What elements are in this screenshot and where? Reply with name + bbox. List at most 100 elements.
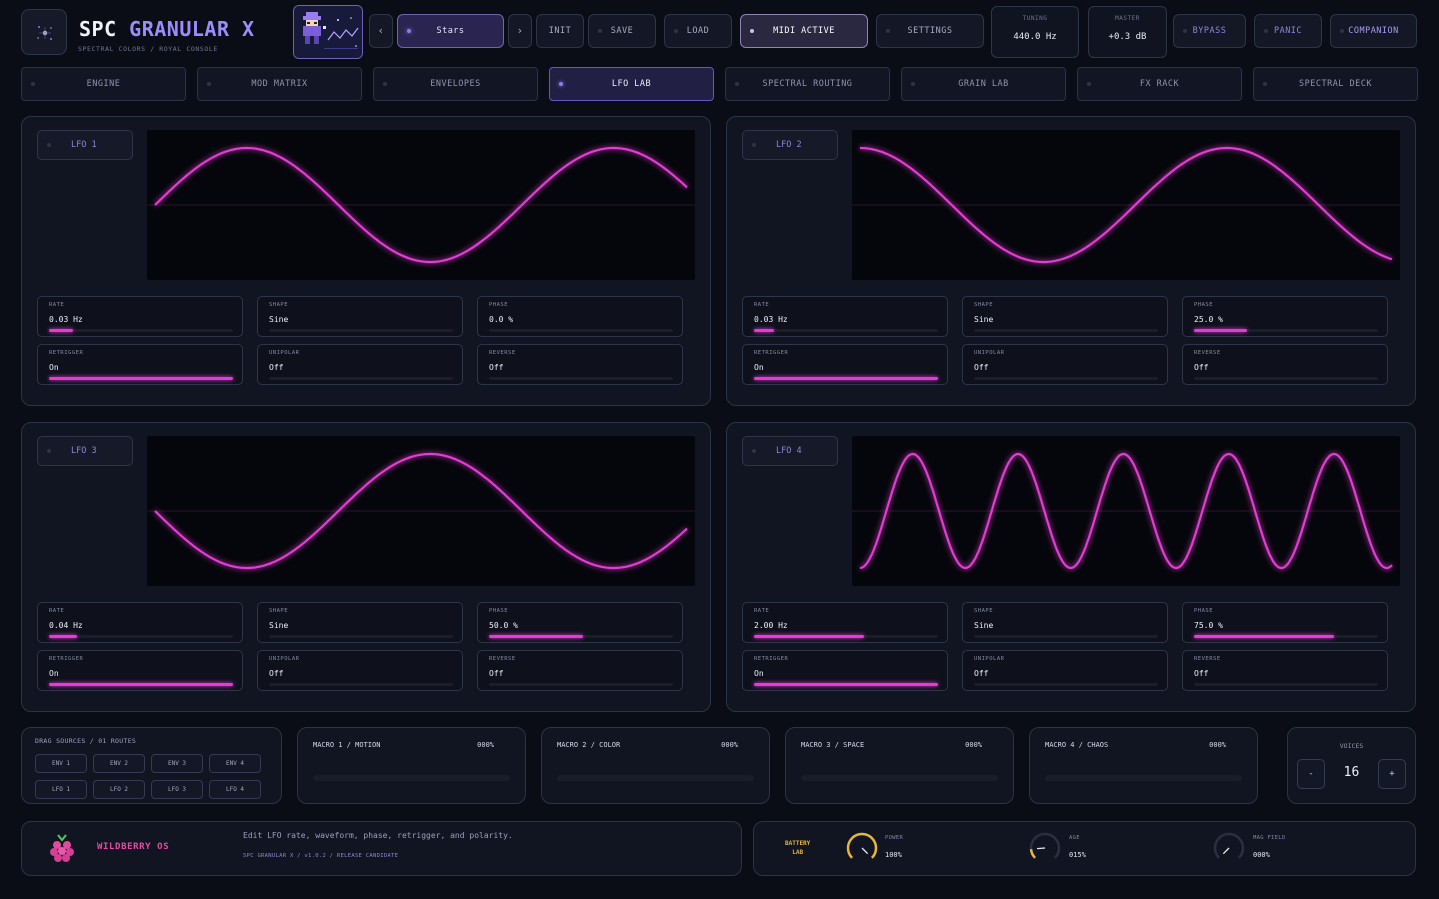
lfo-name-tag[interactable]: LFO 4 bbox=[742, 436, 838, 466]
unipolar-control[interactable]: UNIPOLAR Off bbox=[962, 650, 1168, 691]
age-gauge[interactable] bbox=[1028, 831, 1062, 865]
retrigger-label: RETRIGGER bbox=[754, 350, 789, 356]
shape-slider[interactable] bbox=[269, 635, 453, 638]
unipolar-slider[interactable] bbox=[974, 377, 1158, 380]
macro-4-panel[interactable]: MACRO 4 / CHAOS 000% bbox=[1029, 727, 1258, 804]
master-readout[interactable]: MASTER +0.3 dB bbox=[1088, 6, 1167, 58]
lfo-name-tag[interactable]: LFO 3 bbox=[37, 436, 133, 466]
tab-mod-matrix[interactable]: MOD MATRIX bbox=[197, 67, 362, 101]
version-text: SPC GRANULAR X / v1.0.2 / RELEASE CANDID… bbox=[243, 853, 399, 859]
save-button[interactable]: SAVE bbox=[588, 14, 656, 48]
macro-2-panel[interactable]: MACRO 2 / COLOR 000% bbox=[541, 727, 770, 804]
drag-chip-env-4[interactable]: ENV 4 bbox=[209, 754, 261, 773]
unipolar-slider[interactable] bbox=[269, 683, 453, 686]
drag-chip-lfo-1[interactable]: LFO 1 bbox=[35, 780, 87, 799]
voices-increment-button[interactable]: + bbox=[1378, 759, 1406, 789]
rate-control[interactable]: RATE 0.04 Hz bbox=[37, 602, 243, 643]
reverse-value: Off bbox=[489, 669, 504, 678]
mag-field-gauge[interactable] bbox=[1212, 831, 1246, 865]
lfo-name-tag[interactable]: LFO 1 bbox=[37, 130, 133, 160]
shape-slider[interactable] bbox=[974, 329, 1158, 332]
phase-slider[interactable] bbox=[489, 329, 673, 332]
unipolar-control[interactable]: UNIPOLAR Off bbox=[962, 344, 1168, 385]
phase-slider[interactable] bbox=[489, 635, 673, 638]
tab-engine[interactable]: ENGINE bbox=[21, 67, 186, 101]
reverse-slider[interactable] bbox=[489, 377, 673, 380]
drag-chip-env-1[interactable]: ENV 1 bbox=[35, 754, 87, 773]
preset-selector[interactable]: Stars bbox=[397, 14, 504, 48]
shape-control[interactable]: SHAPE Sine bbox=[257, 602, 463, 643]
shape-slider[interactable] bbox=[269, 329, 453, 332]
lfo-name-tag[interactable]: LFO 2 bbox=[742, 130, 838, 160]
preset-avatar[interactable] bbox=[293, 5, 363, 59]
retrigger-slider[interactable] bbox=[49, 683, 233, 686]
macro-3-panel[interactable]: MACRO 3 / SPACE 000% bbox=[785, 727, 1014, 804]
tab-grain-lab[interactable]: GRAIN LAB bbox=[901, 67, 1066, 101]
macro-1-panel[interactable]: MACRO 1 / MOTION 000% bbox=[297, 727, 526, 804]
init-button[interactable]: INIT bbox=[536, 14, 584, 48]
drag-chip-lfo-3[interactable]: LFO 3 bbox=[151, 780, 203, 799]
unipolar-slider[interactable] bbox=[974, 683, 1158, 686]
macro-slider[interactable] bbox=[1045, 775, 1242, 781]
retrigger-slider[interactable] bbox=[49, 377, 233, 380]
rate-slider[interactable] bbox=[49, 329, 233, 332]
rate-slider[interactable] bbox=[754, 329, 938, 332]
rate-control[interactable]: RATE 0.03 Hz bbox=[37, 296, 243, 337]
rate-slider-fill bbox=[754, 329, 775, 332]
phase-control[interactable]: PHASE 0.0 % bbox=[477, 296, 683, 337]
unipolar-label: UNIPOLAR bbox=[974, 350, 1005, 356]
macro-slider[interactable] bbox=[557, 775, 754, 781]
macro-slider[interactable] bbox=[313, 775, 510, 781]
shape-control[interactable]: SHAPE Sine bbox=[257, 296, 463, 337]
reverse-slider[interactable] bbox=[1194, 377, 1378, 380]
tab-envelopes[interactable]: ENVELOPES bbox=[373, 67, 538, 101]
drag-chip-lfo-2[interactable]: LFO 2 bbox=[93, 780, 145, 799]
retrigger-control[interactable]: RETRIGGER On bbox=[37, 650, 243, 691]
shape-control[interactable]: SHAPE Sine bbox=[962, 602, 1168, 643]
bypass-button[interactable]: BYPASS bbox=[1173, 14, 1246, 48]
phase-slider[interactable] bbox=[1194, 635, 1378, 638]
settings-button[interactable]: SETTINGS bbox=[876, 14, 984, 48]
load-button[interactable]: LOAD bbox=[664, 14, 732, 48]
midi-active-button[interactable]: MIDI ACTIVE bbox=[740, 14, 868, 48]
tab-lfo-lab[interactable]: LFO LAB bbox=[549, 67, 714, 101]
tab-spectral-deck[interactable]: SPECTRAL DECK bbox=[1253, 67, 1418, 101]
drag-chip-env-3[interactable]: ENV 3 bbox=[151, 754, 203, 773]
companion-button[interactable]: COMPANION bbox=[1330, 14, 1417, 48]
shape-control[interactable]: SHAPE Sine bbox=[962, 296, 1168, 337]
tab-fx-rack[interactable]: FX RACK bbox=[1077, 67, 1242, 101]
power-gauge[interactable] bbox=[845, 831, 879, 865]
shape-slider[interactable] bbox=[974, 635, 1158, 638]
rate-slider[interactable] bbox=[49, 635, 233, 638]
phase-slider[interactable] bbox=[1194, 329, 1378, 332]
drag-chip-lfo-4[interactable]: LFO 4 bbox=[209, 780, 261, 799]
tuning-readout[interactable]: TUNING 440.0 Hz bbox=[991, 6, 1079, 58]
phase-control[interactable]: PHASE 50.0 % bbox=[477, 602, 683, 643]
phase-control[interactable]: PHASE 75.0 % bbox=[1182, 602, 1388, 643]
unipolar-control[interactable]: UNIPOLAR Off bbox=[257, 650, 463, 691]
unipolar-control[interactable]: UNIPOLAR Off bbox=[257, 344, 463, 385]
reverse-control[interactable]: REVERSE Off bbox=[477, 344, 683, 385]
preset-prev-button[interactable]: ‹ bbox=[369, 14, 393, 48]
reverse-control[interactable]: REVERSE Off bbox=[477, 650, 683, 691]
preset-next-button[interactable]: › bbox=[508, 14, 532, 48]
phase-control[interactable]: PHASE 25.0 % bbox=[1182, 296, 1388, 337]
reverse-control[interactable]: REVERSE Off bbox=[1182, 650, 1388, 691]
retrigger-control[interactable]: RETRIGGER On bbox=[742, 650, 948, 691]
reverse-slider[interactable] bbox=[1194, 683, 1378, 686]
macro-slider[interactable] bbox=[801, 775, 998, 781]
retrigger-control[interactable]: RETRIGGER On bbox=[37, 344, 243, 385]
macro-value: 000% bbox=[721, 741, 738, 749]
rate-slider[interactable] bbox=[754, 635, 938, 638]
unipolar-slider[interactable] bbox=[269, 377, 453, 380]
reverse-slider[interactable] bbox=[489, 683, 673, 686]
retrigger-slider[interactable] bbox=[754, 377, 938, 380]
retrigger-control[interactable]: RETRIGGER On bbox=[742, 344, 948, 385]
tab-spectral-routing[interactable]: SPECTRAL ROUTING bbox=[725, 67, 890, 101]
rate-control[interactable]: RATE 0.03 Hz bbox=[742, 296, 948, 337]
panic-button[interactable]: PANIC bbox=[1254, 14, 1322, 48]
reverse-control[interactable]: REVERSE Off bbox=[1182, 344, 1388, 385]
retrigger-slider[interactable] bbox=[754, 683, 938, 686]
drag-chip-env-2[interactable]: ENV 2 bbox=[93, 754, 145, 773]
rate-control[interactable]: RATE 2.00 Hz bbox=[742, 602, 948, 643]
